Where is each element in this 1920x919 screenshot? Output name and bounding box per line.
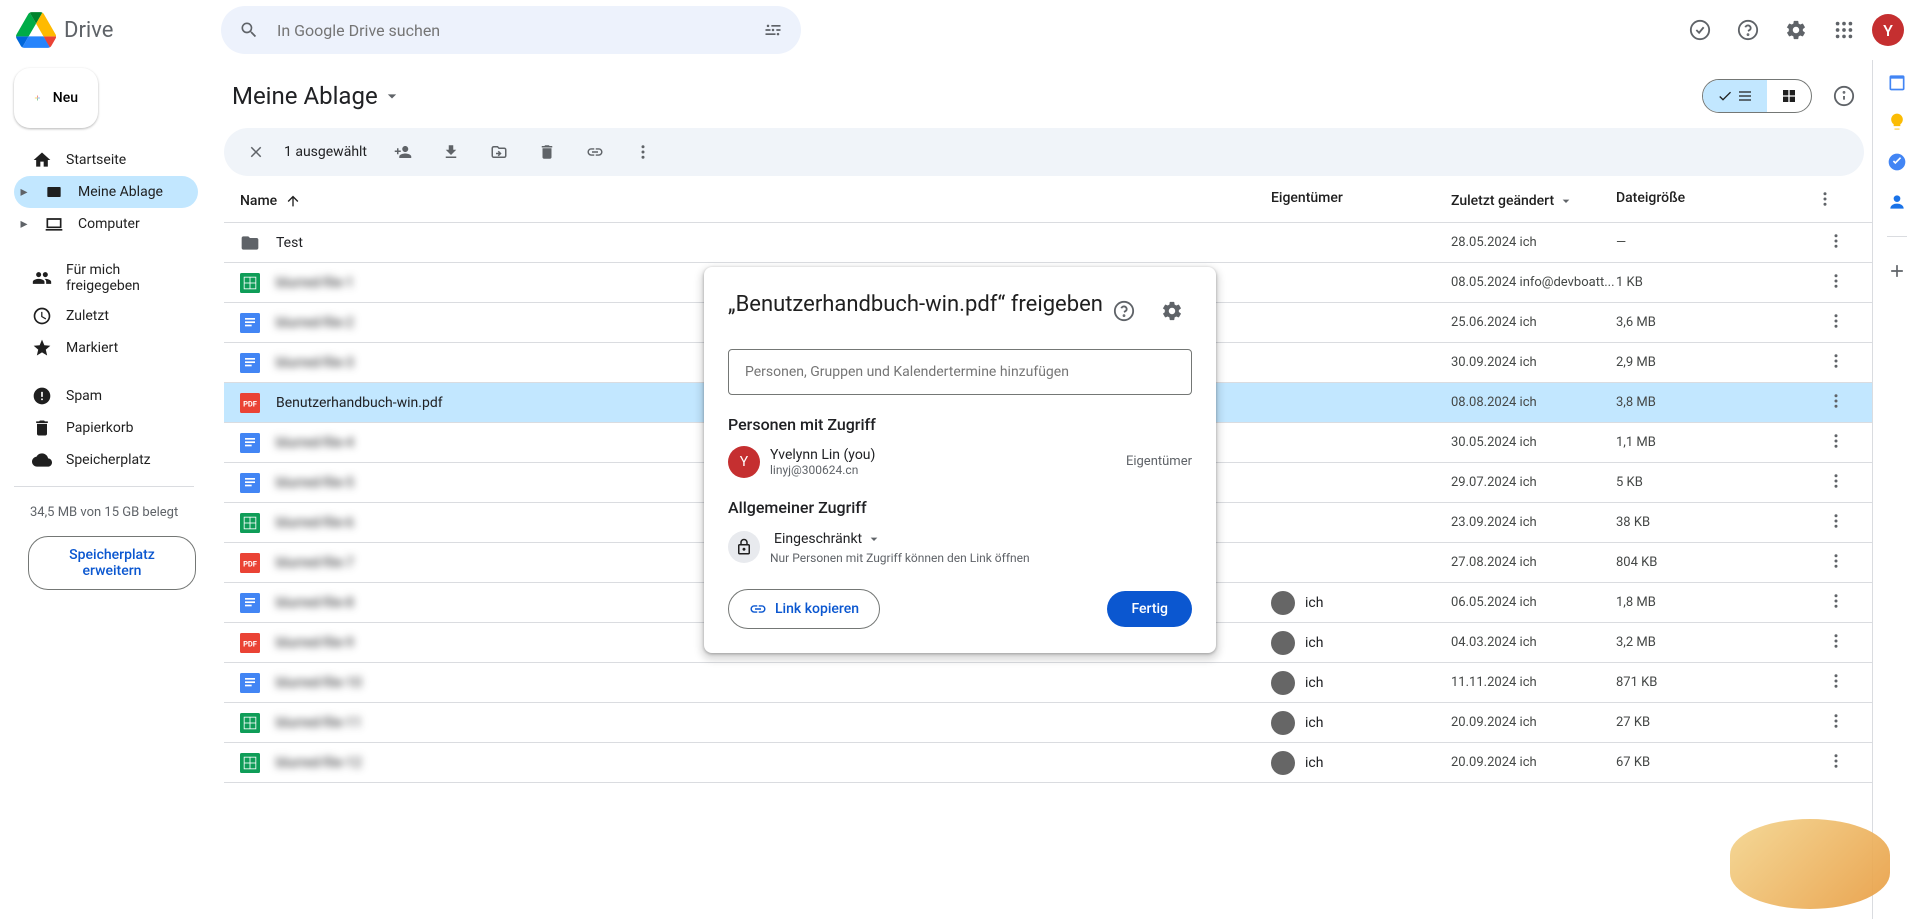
person-email: linyj@300624.cn bbox=[770, 463, 1116, 477]
person-name: Yvelynn Lin (you) bbox=[770, 447, 1116, 463]
lock-icon bbox=[735, 538, 753, 556]
people-section-title: Personen mit Zugriff bbox=[728, 415, 1192, 434]
share-input[interactable] bbox=[728, 349, 1192, 395]
dialog-settings-icon[interactable] bbox=[1152, 291, 1192, 331]
done-button[interactable]: Fertig bbox=[1107, 591, 1192, 627]
share-dialog: „Benutzerhandbuch-win.pdf“ freigeben Per… bbox=[704, 267, 1216, 653]
general-section-title: Allgemeiner Zugriff bbox=[728, 498, 1192, 517]
person-avatar: Y bbox=[728, 446, 760, 478]
access-description: Nur Personen mit Zugriff können den Link… bbox=[770, 551, 1030, 565]
access-row: Eingeschränkt Nur Personen mit Zugriff k… bbox=[728, 529, 1192, 565]
dialog-title: „Benutzerhandbuch-win.pdf“ freigeben bbox=[728, 291, 1103, 319]
dialog-overlay: „Benutzerhandbuch-win.pdf“ freigeben Per… bbox=[0, 0, 1920, 919]
person-role: Eigentümer bbox=[1126, 454, 1192, 469]
dialog-help-icon[interactable] bbox=[1104, 291, 1144, 331]
lock-icon-wrap bbox=[728, 531, 760, 563]
person-row: Y Yvelynn Lin (you) linyj@300624.cn Eige… bbox=[728, 446, 1192, 478]
link-icon bbox=[749, 600, 767, 618]
chevron-down-icon bbox=[866, 531, 882, 547]
copy-link-button[interactable]: Link kopieren bbox=[728, 589, 880, 629]
access-dropdown[interactable]: Eingeschränkt bbox=[770, 529, 1030, 549]
